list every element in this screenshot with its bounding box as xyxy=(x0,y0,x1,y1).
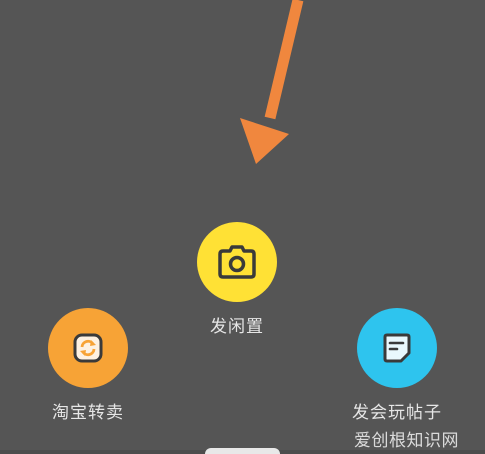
post-idle-label: 发闲置 xyxy=(210,317,264,337)
camera-icon xyxy=(218,245,256,279)
post-idle-item-button[interactable]: 发闲置 xyxy=(167,222,307,337)
refresh-icon xyxy=(73,333,103,363)
taobao-resell-button[interactable]: 淘宝转卖 xyxy=(18,308,158,423)
taobao-resell-label: 淘宝转卖 xyxy=(52,403,124,423)
post-button[interactable] xyxy=(357,308,437,388)
post-community-label: 发会玩帖子 xyxy=(352,403,442,423)
publish-menu-screen: 发闲置 淘宝转卖 发会玩帖子 爱创根知识网 xyxy=(0,0,485,454)
close-handle[interactable] xyxy=(205,448,280,454)
camera-button[interactable] xyxy=(197,222,277,302)
post-community-button[interactable]: 发会玩帖子 xyxy=(327,308,467,423)
resell-button[interactable] xyxy=(48,308,128,388)
watermark-text: 爱创根知识网 xyxy=(354,431,459,451)
note-icon xyxy=(383,333,411,363)
